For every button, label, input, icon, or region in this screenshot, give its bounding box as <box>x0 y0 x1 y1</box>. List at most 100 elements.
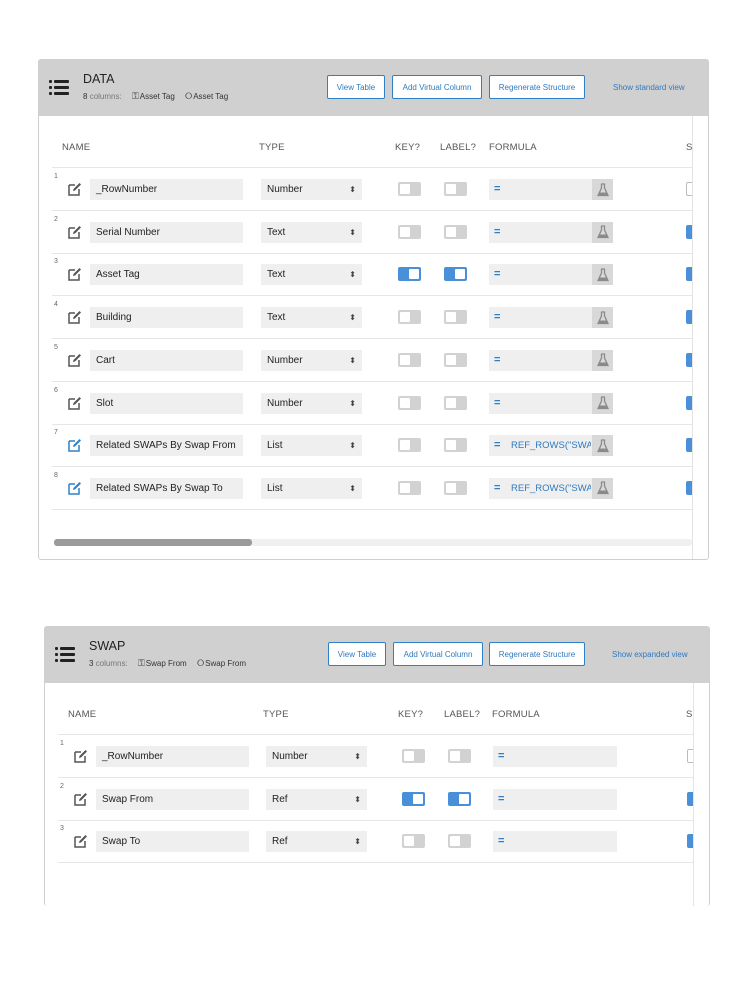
column-type-select[interactable]: Text ⬍ <box>261 307 362 329</box>
formula-input[interactable]: = REF_ROWS("SWAF <box>489 435 613 457</box>
label-toggle[interactable] <box>444 395 467 410</box>
edit-pencil-icon[interactable] <box>68 396 82 410</box>
flask-icon[interactable] <box>592 477 613 499</box>
flask-icon[interactable] <box>592 221 613 243</box>
show-view-toggle-link[interactable]: Show standard view <box>613 75 685 99</box>
formula-input[interactable]: = <box>489 221 613 243</box>
column-name-input[interactable]: Swap From <box>96 788 249 810</box>
view-table-button[interactable]: View Table <box>328 642 386 666</box>
list-menu-icon[interactable] <box>55 647 75 663</box>
flask-icon[interactable] <box>592 264 613 286</box>
show-toggle[interactable] <box>686 182 692 196</box>
formula-input[interactable]: = <box>493 746 617 767</box>
list-menu-icon[interactable] <box>49 80 69 96</box>
formula-input[interactable]: = <box>489 349 613 371</box>
label-toggle[interactable] <box>444 224 467 239</box>
show-toggle[interactable] <box>687 791 693 806</box>
column-name-input[interactable]: Cart <box>90 349 243 371</box>
key-toggle[interactable] <box>398 182 421 196</box>
edit-pencil-icon[interactable] <box>68 310 82 324</box>
column-type-select[interactable]: Number ⬍ <box>261 179 362 200</box>
column-type-select[interactable]: Text ⬍ <box>261 264 362 286</box>
column-type-select[interactable]: Ref ⬍ <box>266 831 367 853</box>
key-toggle[interactable] <box>398 395 421 410</box>
edit-pencil-icon[interactable] <box>68 481 82 495</box>
key-toggle[interactable] <box>398 438 421 453</box>
key-toggle[interactable] <box>398 352 421 367</box>
edit-pencil-icon[interactable] <box>74 834 88 849</box>
label-toggle[interactable] <box>448 834 471 849</box>
key-toggle[interactable] <box>398 310 421 325</box>
column-type-select[interactable]: Ref ⬍ <box>266 788 367 810</box>
column-type-select[interactable]: Number ⬍ <box>261 349 362 371</box>
add-virtual-column-button[interactable]: Add Virtual Column <box>393 642 483 666</box>
key-toggle[interactable] <box>402 791 425 806</box>
label-toggle[interactable] <box>444 352 467 367</box>
column-name-input[interactable]: Related SWAPs By Swap To <box>90 477 243 499</box>
edit-pencil-icon[interactable] <box>68 225 82 239</box>
column-type-select[interactable]: Number ⬍ <box>266 746 367 767</box>
key-toggle[interactable] <box>398 224 421 239</box>
formula-input[interactable]: = <box>489 392 613 414</box>
flask-icon[interactable] <box>592 435 613 457</box>
label-toggle[interactable] <box>444 438 467 453</box>
regenerate-structure-button[interactable]: Regenerate Structure <box>489 75 585 99</box>
label-toggle[interactable] <box>444 310 467 325</box>
edit-pencil-icon[interactable] <box>74 792 88 806</box>
formula-input[interactable]: = <box>489 307 613 329</box>
label-toggle[interactable] <box>444 480 467 495</box>
show-toggle[interactable] <box>686 267 692 282</box>
edit-pencil-icon[interactable] <box>68 353 82 367</box>
horizontal-scrollbar[interactable] <box>54 539 692 546</box>
show-toggle[interactable] <box>686 480 692 495</box>
show-toggle[interactable] <box>687 834 693 849</box>
flask-icon[interactable] <box>592 349 613 371</box>
flask-icon[interactable] <box>592 179 613 200</box>
key-toggle[interactable] <box>398 267 421 282</box>
column-type-select[interactable]: Text ⬍ <box>261 221 362 243</box>
flask-icon[interactable] <box>592 307 613 329</box>
show-toggle[interactable] <box>686 395 692 410</box>
column-name-input[interactable]: Slot <box>90 392 243 414</box>
formula-input[interactable]: = <box>493 788 617 810</box>
label-toggle[interactable] <box>444 182 467 196</box>
key-toggle[interactable] <box>402 749 425 763</box>
show-toggle[interactable] <box>687 749 693 763</box>
show-toggle[interactable] <box>686 352 692 367</box>
flask-icon[interactable] <box>592 392 613 414</box>
column-name-input[interactable]: _RowNumber <box>96 746 249 767</box>
label-toggle[interactable] <box>448 791 471 806</box>
formula-input[interactable]: = <box>489 264 613 286</box>
label-toggle[interactable] <box>444 267 467 282</box>
row-number: 1 <box>54 173 58 180</box>
edit-pencil-icon[interactable] <box>68 182 82 196</box>
show-toggle[interactable] <box>686 438 692 453</box>
edit-pencil-icon[interactable] <box>68 438 82 452</box>
formula-input[interactable]: = REF_ROWS("SWAF <box>489 477 613 499</box>
view-table-button[interactable]: View Table <box>327 75 385 99</box>
formula-input[interactable]: = <box>489 179 613 200</box>
formula-input[interactable]: = <box>493 831 617 853</box>
add-virtual-column-button[interactable]: Add Virtual Column <box>392 75 482 99</box>
show-toggle[interactable] <box>686 224 692 239</box>
scrollbar-thumb[interactable] <box>54 539 252 546</box>
key-toggle[interactable] <box>398 480 421 495</box>
show-view-toggle-link[interactable]: Show expanded view <box>612 642 688 666</box>
column-name-input[interactable]: Asset Tag <box>90 264 243 286</box>
column-name-input[interactable]: Swap To <box>96 831 249 853</box>
column-name-input[interactable]: _RowNumber <box>90 179 243 200</box>
label-toggle[interactable] <box>448 749 471 763</box>
regenerate-structure-button[interactable]: Regenerate Structure <box>489 642 585 666</box>
column-name-input[interactable]: Building <box>90 307 243 329</box>
column-type-select[interactable]: Number ⬍ <box>261 392 362 414</box>
column-name-input[interactable]: Related SWAPs By Swap From <box>90 435 243 457</box>
column-type-select[interactable]: List ⬍ <box>261 435 362 457</box>
toggle-knob <box>446 354 456 365</box>
edit-pencil-icon[interactable] <box>68 267 82 282</box>
column-name-input[interactable]: Serial Number <box>90 221 243 243</box>
column-type-select[interactable]: List ⬍ <box>261 477 362 499</box>
key-toggle[interactable] <box>402 834 425 849</box>
show-toggle[interactable] <box>686 310 692 325</box>
table-row: 7 Related SWAPs By Swap From List ⬍ = REF_ROW… <box>42 424 692 468</box>
edit-pencil-icon[interactable] <box>74 749 88 763</box>
